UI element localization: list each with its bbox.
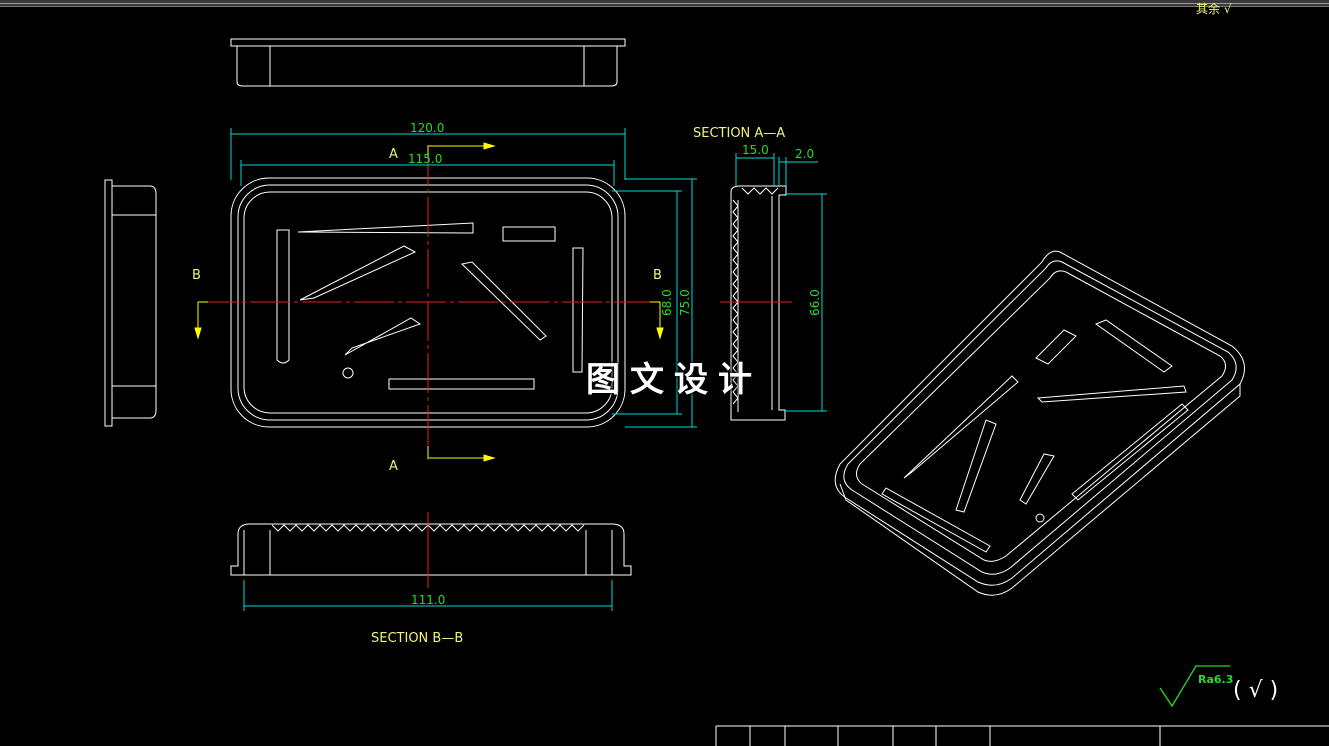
dim-wall-depth: 15.0: [742, 143, 769, 157]
dim-section-height: 66.0: [808, 289, 822, 316]
roughness-symbol: Ra6.3 ( √ ): [1159, 665, 1278, 708]
corner-roughness-note: 其余 √: [1196, 1, 1232, 16]
section-bb-view: [230, 523, 632, 576]
title-block: [715, 725, 1329, 746]
watermark-text: 图文设计: [586, 359, 762, 400]
dim-height-outer: 75.0: [678, 289, 692, 316]
cut-label-b-right: B: [653, 268, 662, 283]
section-bb-label: SECTION B—B: [371, 631, 463, 646]
top-view: [230, 38, 626, 87]
isometric-view: [834, 250, 1245, 596]
cut-label-a-bottom: A: [389, 459, 398, 474]
roughness-bracket: ( √ ): [1233, 678, 1278, 703]
left-side-view: [104, 179, 157, 427]
cut-label-b-left: B: [192, 268, 201, 283]
dim-width-outer: 120.0: [410, 121, 444, 135]
cut-label-a-top: A: [389, 147, 398, 162]
section-aa-label: SECTION A—A: [693, 126, 785, 141]
dim-section-width: 111.0: [411, 593, 445, 607]
dim-wall-thickness: 2.0: [795, 147, 814, 161]
dim-width-inner: 115.0: [408, 152, 442, 166]
roughness-value: Ra6.3: [1198, 673, 1233, 686]
dim-height-inner: 68.0: [660, 289, 674, 316]
